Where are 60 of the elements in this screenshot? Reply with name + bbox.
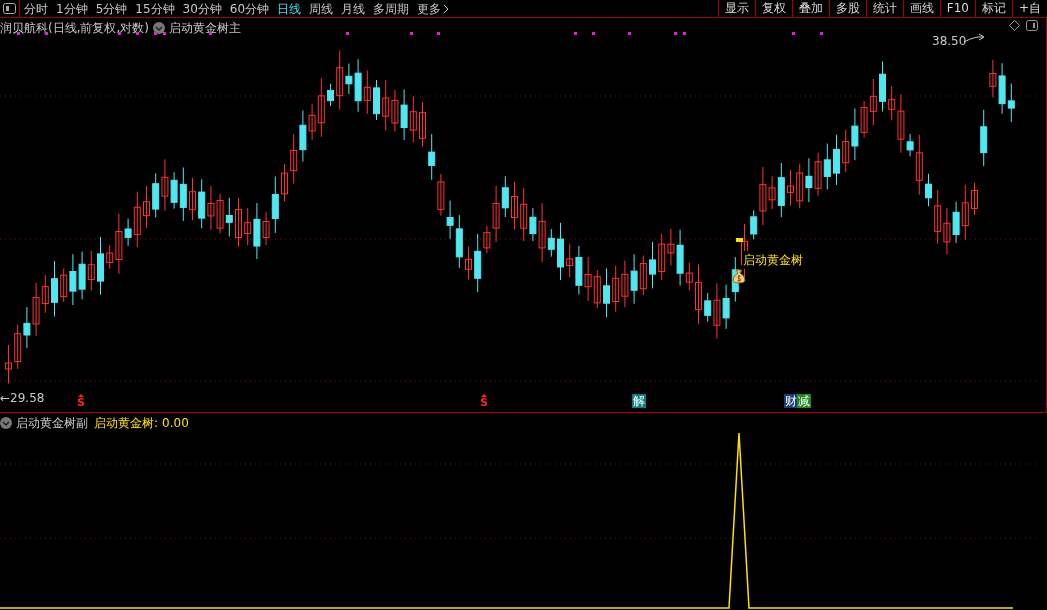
period-tab[interactable]: 月线	[341, 0, 366, 18]
toolbar-button[interactable]: 多股	[828, 0, 866, 17]
stock-title: 润贝航科(日线,前复权,对数)	[0, 20, 149, 37]
panel-toggle-icon[interactable]	[1026, 20, 1038, 31]
candlestick	[51, 260, 58, 317]
money-bag-icon	[732, 268, 746, 284]
candlestick	[879, 61, 886, 112]
period-tab[interactable]: 周线	[309, 0, 334, 18]
indicator-name: 启动黄金树副	[16, 415, 88, 432]
candlestick	[281, 163, 288, 202]
period-tab[interactable]: 多周期	[373, 0, 410, 18]
candlestick	[787, 169, 794, 206]
period-tab[interactable]: 30分钟	[182, 0, 222, 18]
period-tab[interactable]: 分时	[24, 0, 48, 18]
toolbar-button[interactable]: F10	[939, 0, 975, 17]
candlestick	[189, 177, 196, 221]
candlestick	[980, 109, 988, 167]
low-price-label: ←29.58	[0, 390, 45, 407]
candlestick	[603, 267, 610, 318]
candlestick	[557, 222, 564, 281]
series-label: 启动黄金树:	[94, 415, 159, 432]
high-price-label: 38.50	[932, 33, 967, 50]
signal-label: 启动黄金树	[742, 251, 804, 269]
series-value: 0.00	[162, 415, 189, 432]
signal-tag: 财	[784, 394, 798, 408]
period-tab[interactable]: 60分钟	[229, 0, 270, 18]
diamond-icon[interactable]	[1009, 20, 1020, 31]
signal-bar-icon	[736, 238, 743, 242]
period-tab[interactable]: 15分钟	[135, 0, 175, 18]
period-tab[interactable]: 日线	[277, 0, 302, 18]
chevron-right-icon	[443, 3, 450, 14]
dropdown-icon[interactable]	[153, 22, 165, 34]
candlestick	[235, 197, 242, 248]
toolbar-button[interactable]: +自	[1011, 0, 1047, 17]
panel-toggle-icon[interactable]	[3, 3, 16, 14]
candlestick	[925, 173, 932, 207]
dropdown-icon[interactable]	[0, 417, 12, 429]
candlestick	[833, 134, 840, 186]
candlestick	[971, 182, 978, 216]
toolbar-button[interactable]: 统计	[865, 0, 903, 17]
period-tab[interactable]: 1分钟	[56, 0, 88, 18]
candlestick	[373, 79, 380, 121]
toolbar-button[interactable]: 显示	[717, 0, 755, 17]
signal-tag: 解	[632, 394, 646, 408]
toolbar-button[interactable]: 叠加	[791, 0, 829, 17]
toolbar-button[interactable]: 复权	[754, 0, 792, 17]
period-tab[interactable]: 5分钟	[95, 0, 128, 18]
candlestick	[97, 236, 104, 296]
candlestick	[419, 101, 426, 148]
toolbar-button[interactable]: 画线	[902, 0, 940, 17]
candlestick	[511, 181, 518, 230]
more-menu[interactable]: 更多	[417, 0, 450, 18]
toolbar-button[interactable]: 标记	[974, 0, 1012, 17]
candlestick	[695, 263, 702, 325]
candlestick	[465, 246, 472, 280]
candlestick	[327, 83, 334, 107]
candlestick	[649, 241, 656, 289]
signal-tag: 减	[797, 394, 811, 408]
candlestick	[143, 185, 150, 229]
candlestick	[5, 344, 12, 384]
